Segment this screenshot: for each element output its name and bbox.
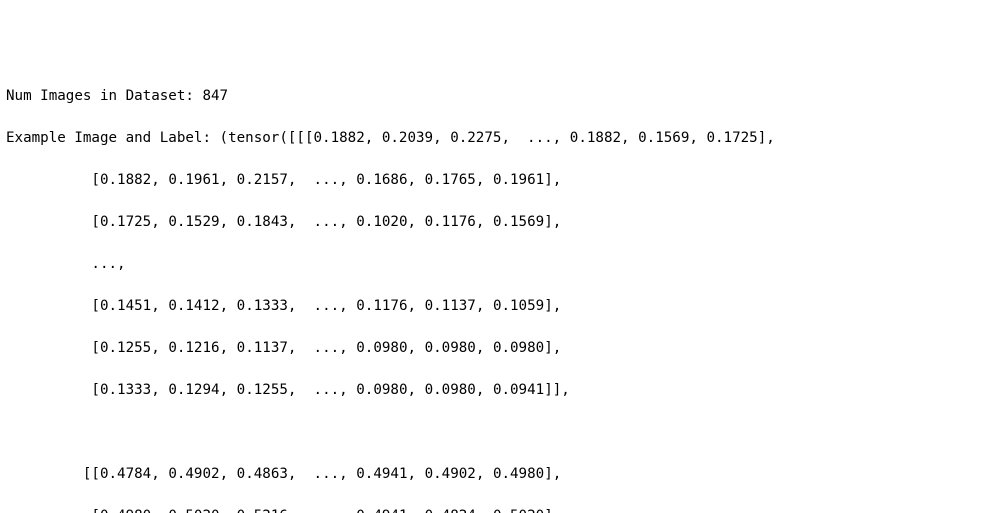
tensor-row: [0.1333, 0.1294, 0.1255, ..., 0.0980, 0.… [6, 380, 983, 401]
v: 0.1137 [425, 298, 476, 314]
v: 0.1255 [237, 382, 288, 398]
example-line-0: Example Image and Label: (tensor([[[0.18… [6, 128, 983, 149]
v: 0.1725 [706, 130, 757, 146]
num-images-value: 847 [202, 88, 228, 104]
v: 0.4941 [356, 508, 407, 513]
num-images-label: Num Images in Dataset: [6, 88, 194, 104]
v: 0.4980 [493, 466, 544, 482]
tensor-row: [0.1255, 0.1216, 0.1137, ..., 0.0980, 0.… [6, 338, 983, 359]
v: 0.0980 [356, 382, 407, 398]
v: 0.1294 [168, 382, 219, 398]
v: 0.0941 [493, 382, 544, 398]
v: 0.1882 [314, 130, 365, 146]
v: 0.1255 [100, 340, 151, 356]
v: 0.1725 [100, 214, 151, 230]
v: 0.4980 [100, 508, 151, 513]
tensor-row: [0.1725, 0.1529, 0.1843, ..., 0.1020, 0.… [6, 212, 983, 233]
dataset-count-line: Num Images in Dataset: 847 [6, 86, 983, 107]
v: 0.5020 [168, 508, 219, 513]
v: 0.0980 [425, 382, 476, 398]
v: 0.1333 [100, 382, 151, 398]
v: 0.1529 [168, 214, 219, 230]
v: 0.1020 [356, 214, 407, 230]
v: 0.1137 [237, 340, 288, 356]
example-label: Example Image and Label: [6, 130, 211, 146]
v: 0.4941 [356, 466, 407, 482]
tensor-row: [0.1451, 0.1412, 0.1333, ..., 0.1176, 0.… [6, 296, 983, 317]
v: 0.1451 [100, 298, 151, 314]
v: 0.1843 [237, 214, 288, 230]
v: 0.2039 [382, 130, 433, 146]
v: 0.4863 [237, 466, 288, 482]
v: 0.1333 [237, 298, 288, 314]
v: 0.1059 [493, 298, 544, 314]
v: 0.2157 [237, 172, 288, 188]
v: 0.1412 [168, 298, 219, 314]
v: 0.4902 [168, 466, 219, 482]
v: 0.0980 [493, 340, 544, 356]
tensor-row: [0.1882, 0.1961, 0.2157, ..., 0.1686, 0.… [6, 170, 983, 191]
v: 0.5020 [493, 508, 544, 513]
v: 0.4784 [100, 466, 151, 482]
v: 0.0980 [425, 340, 476, 356]
v: 0.1765 [425, 172, 476, 188]
v: 0.1216 [168, 340, 219, 356]
tensor-row: [0.4980, 0.5020, 0.5216, ..., 0.4941, 0.… [6, 506, 983, 513]
v: 0.1882 [100, 172, 151, 188]
v: 0.5216 [237, 508, 288, 513]
v: 0.4824 [425, 508, 476, 513]
v: 0.1569 [638, 130, 689, 146]
blank-line [6, 422, 983, 443]
v: 0.2275 [450, 130, 501, 146]
tensor-ellipsis: ..., [6, 254, 983, 275]
v: 0.1882 [570, 130, 621, 146]
v: 0.1686 [356, 172, 407, 188]
v: 0.1176 [356, 298, 407, 314]
v: 0.4902 [425, 466, 476, 482]
v: 0.1569 [493, 214, 544, 230]
v: 0.1961 [168, 172, 219, 188]
tensor-row: [[0.4784, 0.4902, 0.4863, ..., 0.4941, 0… [6, 464, 983, 485]
v: 0.1176 [425, 214, 476, 230]
v: 0.1961 [493, 172, 544, 188]
v: 0.0980 [356, 340, 407, 356]
